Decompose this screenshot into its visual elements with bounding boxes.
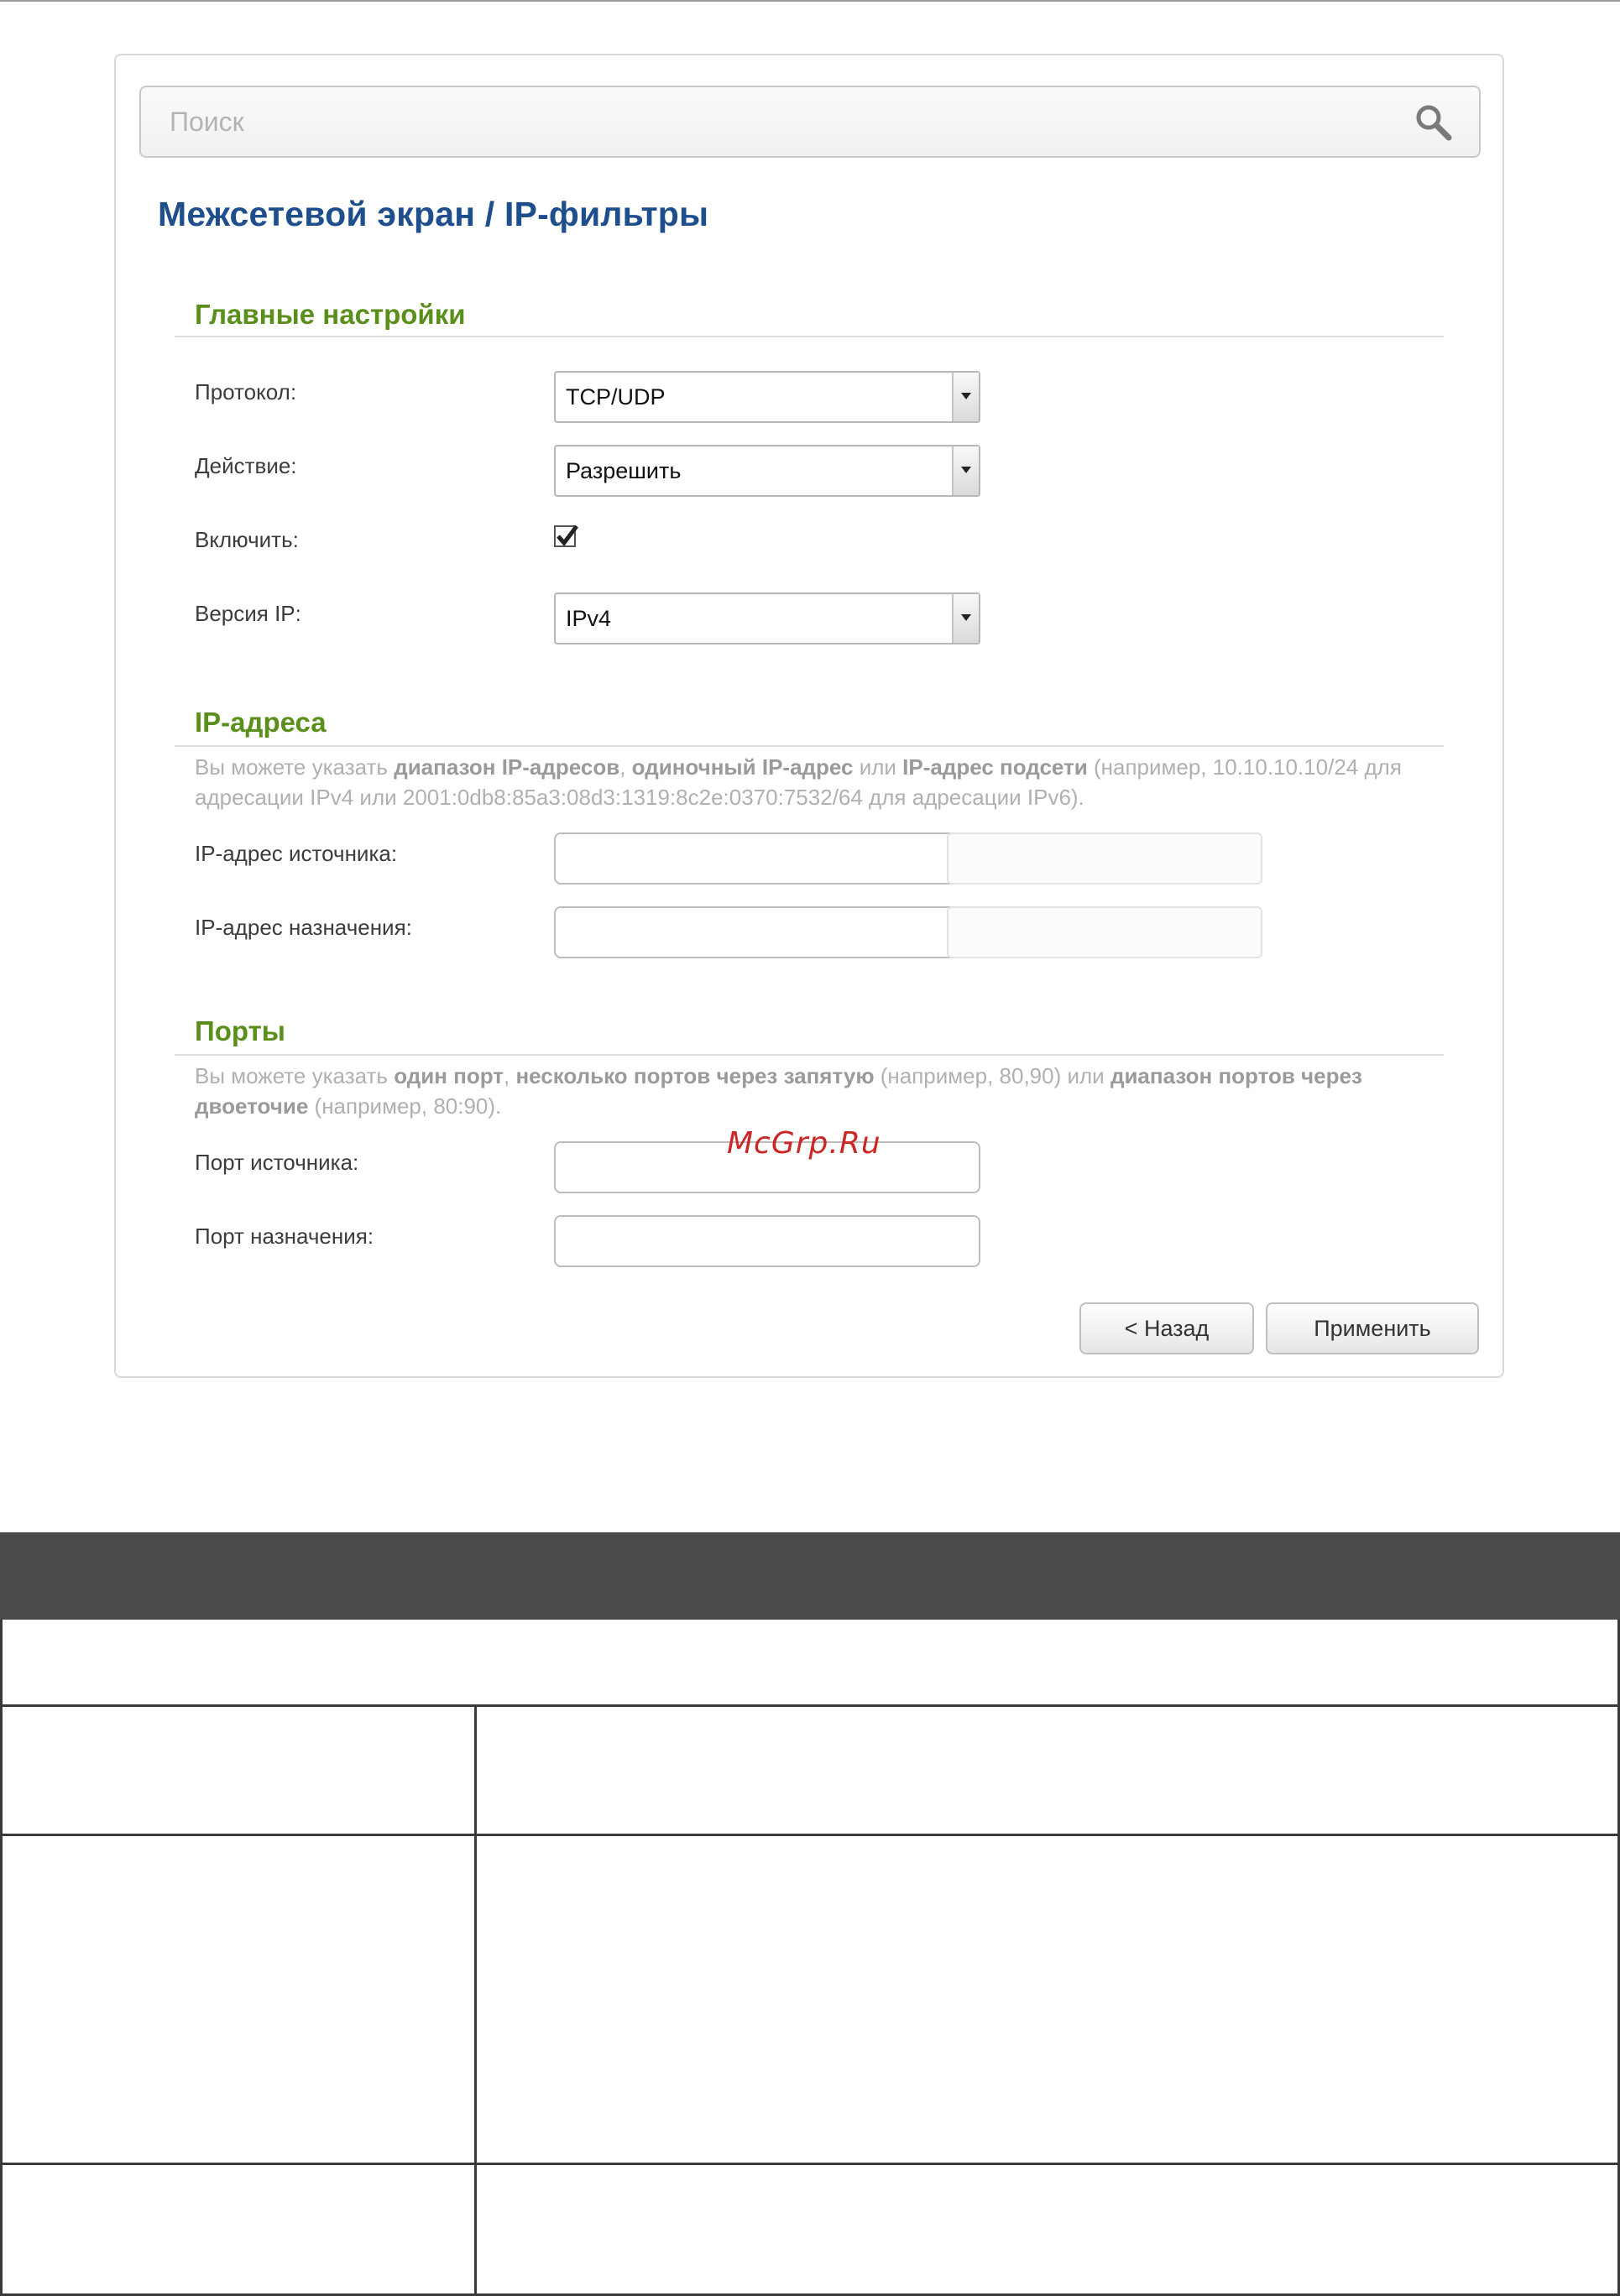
destination-ip-label: IP-адрес назначения: [195, 915, 412, 940]
table-row [0, 1707, 1620, 1836]
action-select[interactable]: Разрешить [554, 445, 980, 497]
enable-label: Включить: [195, 527, 299, 552]
section-divider [175, 1054, 1444, 1056]
back-button[interactable]: < Назад [1079, 1302, 1254, 1354]
ports-title: Порты [195, 1015, 285, 1046]
section-divider [175, 336, 1444, 337]
destination-port-label: Порт назначения: [195, 1224, 374, 1249]
table-row [0, 2165, 1620, 2296]
search-icon[interactable] [1414, 102, 1454, 143]
action-label: Действие: [195, 453, 297, 478]
ip-version-select[interactable]: IPv4 [554, 592, 980, 644]
source-ip-combobox[interactable] [554, 832, 984, 884]
table-header [0, 1532, 1620, 1620]
search-input[interactable] [141, 87, 1479, 156]
ports-hint: Вы можете указать один порт, несколько п… [195, 1063, 1362, 1119]
page-top-rule [0, 0, 1620, 2]
settings-window: Межсетевой экран / IP-фильтры Главные на… [114, 54, 1504, 1378]
dropdown-arrow-icon[interactable] [952, 594, 979, 643]
dropdown-arrow-icon[interactable] [952, 373, 979, 421]
ip-version-value: IPv4 [566, 606, 612, 631]
table-row [0, 1836, 1620, 2165]
ip-addresses-hint: Вы можете указать диапазон IP-адресов, о… [195, 754, 1402, 810]
section-divider [175, 745, 1444, 747]
search-box[interactable] [139, 86, 1481, 158]
destination-ip-input[interactable] [947, 906, 1262, 958]
table-cell [0, 1707, 477, 1834]
source-ip-input[interactable] [947, 832, 1262, 884]
enable-checkbox[interactable] [554, 524, 578, 547]
protocol-select[interactable]: TCP/UDP [554, 371, 980, 423]
destination-ip-combobox[interactable] [554, 906, 984, 958]
checkmark-icon [557, 524, 578, 546]
watermark-text: McGrp.Ru [727, 1126, 881, 1161]
dropdown-arrow-icon[interactable] [952, 446, 979, 495]
apply-button[interactable]: Применить [1266, 1302, 1479, 1354]
source-port-label: Порт источника: [195, 1150, 359, 1175]
ip-version-label: Версия IP: [195, 601, 301, 626]
action-value: Разрешить [566, 458, 682, 483]
table-section-row [0, 1620, 1620, 1707]
source-ip-label: IP-адрес источника: [195, 841, 398, 866]
ip-addresses-title: IP-адреса [195, 707, 327, 738]
table-cell [0, 2165, 477, 2293]
destination-port-input[interactable] [554, 1215, 980, 1267]
protocol-value: TCP/UDP [566, 384, 666, 410]
main-settings-title: Главные настройки [195, 299, 466, 330]
protocol-label: Протокол: [195, 379, 297, 404]
page-title: Межсетевой экран / IP-фильтры [158, 195, 709, 233]
table-cell [0, 1836, 477, 2163]
